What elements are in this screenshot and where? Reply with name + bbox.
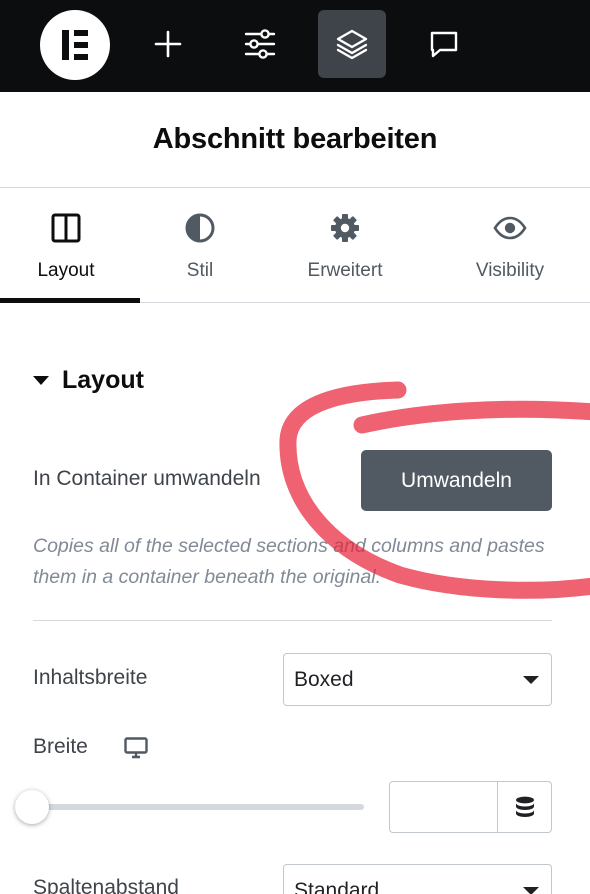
column-gap-label: Spaltenabstand — [33, 876, 179, 894]
column-gap-value: Standard — [294, 878, 380, 894]
content-width-label: Inhaltsbreite — [33, 666, 148, 689]
panel-title: Abschnitt bearbeiten — [152, 123, 438, 155]
desktop-icon[interactable] — [124, 737, 148, 764]
width-slider-handle[interactable] — [15, 790, 49, 824]
eye-icon — [492, 210, 528, 246]
content-width-value: Boxed — [294, 667, 354, 691]
site-settings-button[interactable] — [226, 10, 294, 78]
active-tab-indicator — [0, 298, 140, 303]
divider — [33, 620, 552, 621]
dropdown-arrow-icon — [523, 886, 539, 894]
tab-style[interactable]: Stil — [140, 188, 260, 302]
add-element-button[interactable] — [134, 10, 202, 78]
tab-label: Visibility — [475, 260, 545, 281]
panel-header: Abschnitt bearbeiten — [0, 92, 590, 188]
width-label: Breite — [33, 735, 88, 758]
convert-help-text: Copies all of the selected sections and … — [33, 535, 545, 588]
convert-label: In Container umwandeln — [33, 467, 261, 490]
dropdown-arrow-icon — [523, 675, 539, 684]
column-gap-select[interactable]: Standard — [283, 864, 552, 894]
caret-down-icon — [33, 376, 49, 385]
tab-label: Erweitert — [307, 260, 383, 281]
section-title: Layout — [62, 366, 144, 394]
tab-label: Stil — [186, 260, 214, 281]
layers-icon — [336, 29, 368, 60]
tab-bar: Layout Stil Erweitert Visibility — [0, 188, 590, 303]
chat-icon — [430, 31, 458, 58]
elementor-logo-icon[interactable] — [40, 10, 110, 80]
plus-icon — [154, 30, 182, 58]
contrast-icon — [182, 210, 218, 246]
tab-visibility[interactable]: Visibility — [440, 188, 580, 302]
content-width-select[interactable]: Boxed — [283, 653, 552, 706]
sliders-icon — [244, 29, 276, 59]
width-slider-track[interactable] — [33, 804, 364, 810]
tab-layout[interactable]: Layout — [0, 188, 132, 302]
tab-label: Layout — [37, 260, 95, 281]
width-input[interactable] — [389, 781, 499, 833]
notes-button[interactable] — [410, 10, 478, 78]
top-toolbar — [0, 0, 590, 92]
database-icon — [515, 796, 534, 817]
tab-advanced[interactable]: Erweitert — [280, 188, 410, 302]
gear-icon — [327, 210, 363, 246]
convert-button[interactable]: Umwandeln — [361, 450, 552, 511]
navigator-button[interactable] — [318, 10, 386, 78]
columns-icon — [48, 210, 84, 246]
section-toggle-layout[interactable]: Layout — [33, 366, 144, 395]
dynamic-tags-button[interactable] — [497, 781, 552, 833]
